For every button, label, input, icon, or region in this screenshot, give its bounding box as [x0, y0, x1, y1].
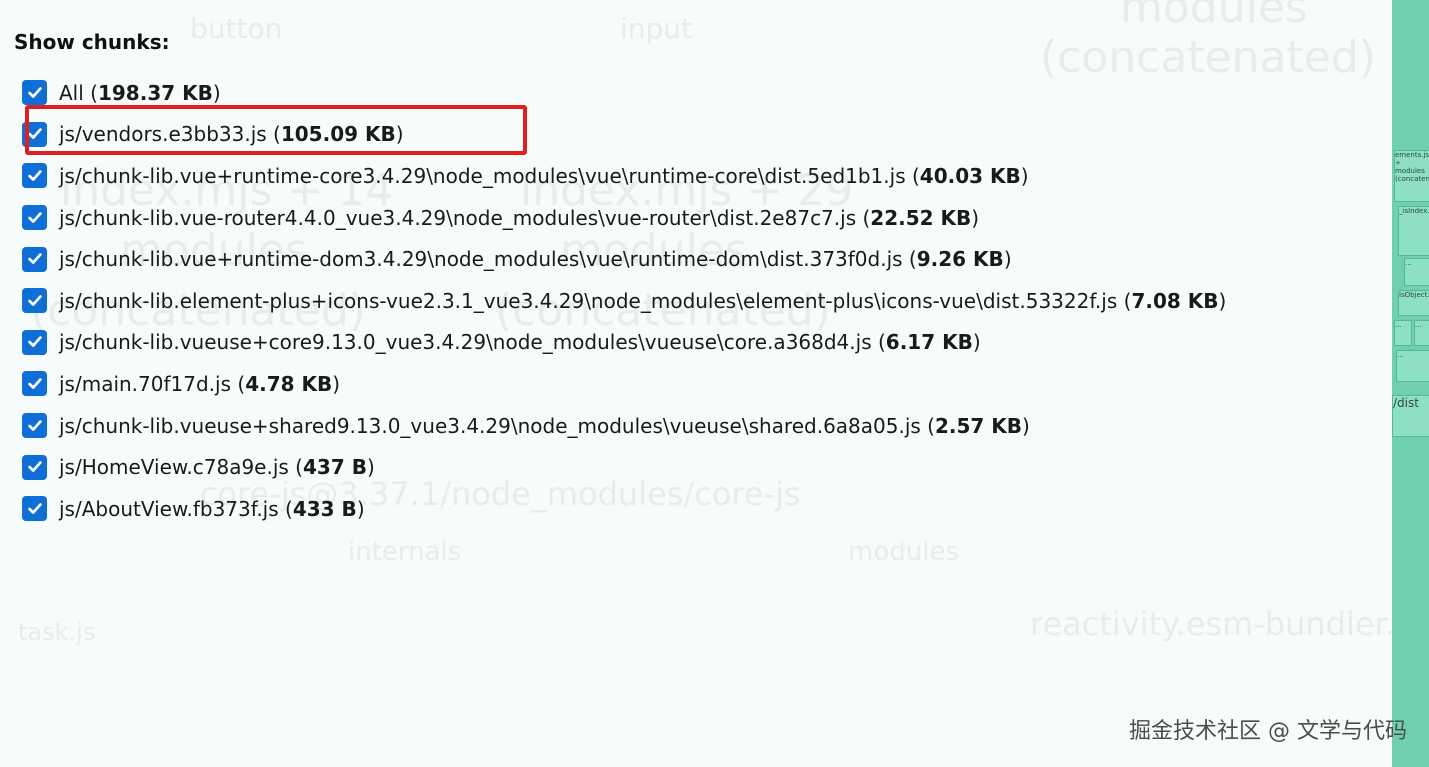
checkbox[interactable]	[22, 246, 47, 272]
chunk-name: js/chunk-lib.vue+runtime-core3.4.29\node…	[59, 163, 906, 188]
treemap-cell[interactable]: /dist	[1392, 395, 1429, 437]
checkbox[interactable]	[22, 454, 47, 480]
treemap-cell[interactable]: ...	[1404, 258, 1429, 286]
check-icon	[27, 86, 42, 98]
chunk-name: All	[59, 80, 84, 105]
chunk-size: 22.52 KB	[870, 205, 972, 230]
vendors-highlight-box	[25, 105, 527, 155]
chunk-item[interactable]: js/chunk-lib.vue+runtime-core3.4.29\node…	[22, 155, 1226, 197]
chunk-name: js/chunk-lib.vue+runtime-dom3.4.29\node_…	[59, 247, 903, 272]
chunk-item[interactable]: js/chunk-lib.vue-router4.4.0_vue3.4.29\n…	[22, 197, 1226, 239]
chunk-name: js/AboutView.fb373f.js	[59, 496, 279, 521]
chunk-size: 2.57 KB	[934, 413, 1023, 438]
chunk-name: js/chunk-lib.vue-router4.4.0_vue3.4.29\n…	[59, 205, 857, 230]
treemap-cell[interactable]: ...	[1394, 320, 1412, 346]
checkbox[interactable]	[22, 163, 47, 189]
check-icon	[27, 294, 42, 306]
chunk-size: 9.26 KB	[916, 247, 1004, 272]
checkbox[interactable]	[22, 205, 47, 231]
chunk-size: 433 B	[292, 496, 357, 521]
chunk-name: js/chunk-lib.vueuse+core9.13.0_vue3.4.29…	[59, 330, 872, 355]
check-icon	[27, 211, 42, 223]
check-icon	[27, 502, 42, 514]
chunk-item[interactable]: js/AboutView.fb373f.js (433 B)	[22, 488, 1226, 530]
sidebar-panel: Show chunks: All (198.37 KB) js/vendors.…	[0, 0, 1390, 767]
treemap-cell[interactable]: ...	[1414, 320, 1429, 346]
chunk-item[interactable]: js/main.70f17d.js (4.78 KB)	[22, 363, 1226, 405]
chunk-name: js/chunk-lib.element-plus+icons-vue2.3.1…	[59, 288, 1118, 313]
chunk-item[interactable]: js/chunk-lib.vueuse+shared9.13.0_vue3.4.…	[22, 405, 1226, 447]
treemap-cell[interactable]: isObject.js	[1398, 290, 1429, 316]
chunk-size: 198.37 KB	[97, 80, 213, 105]
checkbox[interactable]	[22, 80, 47, 106]
bundle-analyzer-view: button input modules (concatenated) inde…	[0, 0, 1429, 767]
treemap-cell[interactable]: ...	[1396, 350, 1429, 382]
checkbox[interactable]	[22, 371, 47, 397]
check-icon	[27, 419, 42, 431]
watermark: 掘金技术社区 @ 文学与代码	[1129, 719, 1407, 744]
check-icon	[27, 253, 42, 265]
check-icon	[27, 170, 42, 181]
checkbox[interactable]	[22, 288, 47, 314]
chunk-item[interactable]: js/chunk-lib.vueuse+core9.13.0_vue3.4.29…	[22, 322, 1226, 364]
check-icon	[27, 378, 42, 389]
treemap-cell[interactable]: ements.js + modules (concatenated)	[1394, 150, 1429, 202]
chunk-size: 437 B	[303, 455, 367, 480]
chunk-item[interactable]: js/HomeView.c78a9e.js (437 B)	[22, 446, 1226, 488]
treemap-cell[interactable]: _isIndex.js	[1398, 206, 1429, 256]
chunk-name: js/main.70f17d.js	[59, 371, 232, 396]
chunk-size: 4.78 KB	[245, 371, 333, 396]
show-chunks-title: Show chunks:	[14, 30, 170, 54]
chunk-name: js/HomeView.c78a9e.js	[59, 455, 289, 480]
checkbox[interactable]	[22, 413, 47, 439]
chunk-size: 40.03 KB	[919, 163, 1021, 188]
check-icon	[27, 461, 42, 473]
checkbox[interactable]	[22, 496, 47, 522]
treemap-visible-strip[interactable]: ements.js + modules (concatenated) _isIn…	[1392, 0, 1429, 767]
chunk-size: 6.17 KB	[885, 330, 973, 355]
chunk-item[interactable]: js/chunk-lib.element-plus+icons-vue2.3.1…	[22, 280, 1226, 322]
chunk-size: 7.08 KB	[1131, 288, 1219, 313]
checkbox[interactable]	[22, 329, 47, 355]
chunk-name: js/chunk-lib.vueuse+shared9.13.0_vue3.4.…	[59, 413, 921, 438]
chunk-item[interactable]: js/chunk-lib.vue+runtime-dom3.4.29\node_…	[22, 238, 1226, 280]
check-icon	[27, 336, 42, 348]
